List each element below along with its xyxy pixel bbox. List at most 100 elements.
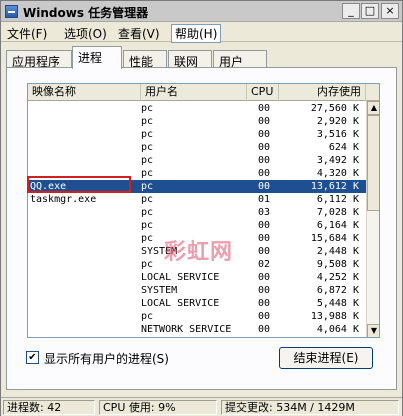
status-commit-charge: 提交更改: 534M / 1429M (221, 400, 399, 415)
process-cpu: 00 (257, 272, 271, 283)
process-cpu: 02 (257, 259, 271, 270)
process-memory: 3,492 K (316, 155, 359, 166)
process-user-name: pc (141, 155, 154, 166)
process-memory: 6,112 K (316, 194, 359, 205)
status-process-count: 进程数: 42 (3, 400, 95, 415)
process-memory: 4,320 K (316, 168, 359, 179)
process-cpu: 00 (257, 155, 271, 166)
watermark-text: 彩虹网 (164, 240, 234, 265)
process-cpu: 00 (257, 142, 271, 153)
process-user-name: pc (141, 336, 245, 337)
vertical-scrollbar[interactable]: ▲ ▼ (366, 101, 379, 337)
process-rows: pc 00 27,560 K pc 00 2,920 K pc 00 3,516 K pc 00 62… (28, 102, 366, 337)
process-row[interactable]: LOCAL SERVICE 00 4,252 K (28, 271, 366, 284)
task-manager-window: Windows 任务管理器 _ □ × 文件(F) 选项(O) 查看(V) 帮助… (0, 0, 403, 416)
show-all-users-checkbox[interactable]: ✔ (26, 351, 39, 364)
process-row[interactable]: pc 00 27,560 K (28, 102, 366, 115)
process-memory: 9,508 K (316, 259, 359, 270)
process-cpu: 00 (257, 311, 271, 322)
process-user-name: LOCAL SERVICE (141, 272, 220, 283)
menu-view[interactable]: 查看(V) (118, 25, 160, 42)
column-image-name[interactable]: 映像名称 (28, 84, 141, 101)
process-user-name: pc (141, 311, 154, 322)
process-row[interactable]: LOCAL SERVICE 00 5,448 K (28, 297, 366, 310)
process-cpu: 00 (257, 246, 271, 257)
process-user-name: pc (141, 181, 154, 192)
process-user-name: pc (141, 194, 154, 205)
status-bar: 进程数: 42 CPU 使用: 9% 提交更改: 534M / 1429M (1, 397, 402, 416)
tab-users[interactable]: 用户 (213, 50, 267, 69)
menu-help[interactable]: 帮助(H) (171, 24, 222, 43)
process-row[interactable]: pc 00 13,988 K (28, 310, 366, 323)
process-user-name: pc (141, 142, 154, 153)
process-memory: 7,028 K (316, 207, 359, 218)
process-memory: 5,448 K (316, 298, 359, 309)
process-row[interactable]: SYSTEM 00 6,872 K (28, 284, 366, 297)
process-row[interactable]: pc 00 3,516 K (28, 128, 366, 141)
scroll-up-button[interactable]: ▲ (367, 101, 379, 115)
process-user-name: pc (141, 103, 154, 114)
process-memory: 2,516 K (279, 336, 363, 337)
process-image-name: taskmgr.exe (30, 194, 97, 205)
process-memory: 27,560 K (310, 103, 359, 114)
process-memory: 4,064 K (316, 324, 359, 335)
process-list[interactable]: 映像名称 用户名 CPU 内存使用 pc 00 27,560 K pc 00 2,920 … (27, 83, 380, 338)
column-cpu[interactable]: CPU (247, 84, 279, 101)
process-memory: 2,448 K (316, 246, 359, 257)
process-row[interactable]: NETWORK SERVICE 00 4,064 K (28, 323, 366, 336)
scroll-down-button[interactable]: ▼ (367, 324, 379, 337)
status-cpu-usage: CPU 使用: 9% (99, 400, 217, 415)
process-cpu: 00 (257, 220, 271, 231)
process-cpu: 01 (257, 194, 271, 205)
column-user-name[interactable]: 用户名 (141, 84, 247, 101)
process-row[interactable]: pc 002,516 K (28, 336, 366, 337)
tab-strip: 应用程序 进程 性能 联网 用户 (6, 46, 401, 69)
process-user-name: LOCAL SERVICE (141, 298, 220, 309)
process-memory: 2,920 K (316, 116, 359, 127)
end-process-button[interactable]: 结束进程(E) (279, 347, 373, 369)
process-user-name: pc (141, 129, 154, 140)
window-title: Windows 任务管理器 (23, 6, 149, 20)
tab-networking[interactable]: 联网 (168, 50, 212, 69)
process-cpu: 00 (249, 336, 279, 337)
process-memory: 6,872 K (316, 285, 359, 296)
process-cpu: 00 (257, 168, 271, 179)
process-user-name: pc (141, 168, 154, 179)
close-button[interactable]: × (381, 3, 399, 19)
process-row[interactable]: pc 00 3,492 K (28, 154, 366, 167)
menu-bar: 文件(F) 选项(O) 查看(V) 帮助(H) (1, 23, 402, 43)
process-row[interactable]: pc 00 624 K (28, 141, 366, 154)
process-cpu: 00 (257, 285, 271, 296)
menu-file[interactable]: 文件(F) (7, 25, 47, 42)
process-user-name: pc (141, 116, 154, 127)
process-row[interactable]: pc 00 6,164 K (28, 219, 366, 232)
annotation-highlight-box (27, 176, 131, 193)
tab-applications[interactable]: 应用程序 (6, 50, 72, 69)
process-memory: 15,684 K (310, 233, 359, 244)
process-row[interactable]: pc 00 2,920 K (28, 115, 366, 128)
process-cpu: 00 (257, 129, 271, 140)
task-manager-icon (5, 5, 18, 18)
process-user-name: pc (141, 220, 154, 231)
process-memory: 13,612 K (310, 181, 359, 192)
scroll-thumb[interactable] (367, 115, 379, 211)
menu-options[interactable]: 选项(O) (64, 25, 107, 42)
tab-performance[interactable]: 性能 (123, 50, 167, 69)
process-row[interactable]: taskmgr.exe pc 01 6,112 K (28, 193, 366, 206)
process-memory: 624 K (328, 142, 359, 153)
process-user-name: NETWORK SERVICE (141, 324, 232, 335)
process-user-name: pc (141, 207, 154, 218)
title-bar[interactable]: Windows 任务管理器 _ □ × (1, 1, 402, 22)
tab-processes[interactable]: 进程 (72, 46, 122, 69)
processes-panel: 映像名称 用户名 CPU 内存使用 pc 00 27,560 K pc 00 2,920 … (6, 67, 397, 390)
process-user-name: SYSTEM (141, 285, 178, 296)
show-all-users-label[interactable]: 显示所有用户的进程(S) (44, 350, 169, 367)
minimize-button[interactable]: _ (342, 3, 360, 19)
process-row[interactable]: pc 03 7,028 K (28, 206, 366, 219)
maximize-button[interactable]: □ (361, 3, 379, 19)
column-memory[interactable]: 内存使用 (279, 84, 366, 101)
process-memory: 4,252 K (316, 272, 359, 283)
process-cpu: 00 (257, 103, 271, 114)
process-cpu: 00 (257, 298, 271, 309)
process-cpu: 00 (257, 233, 271, 244)
